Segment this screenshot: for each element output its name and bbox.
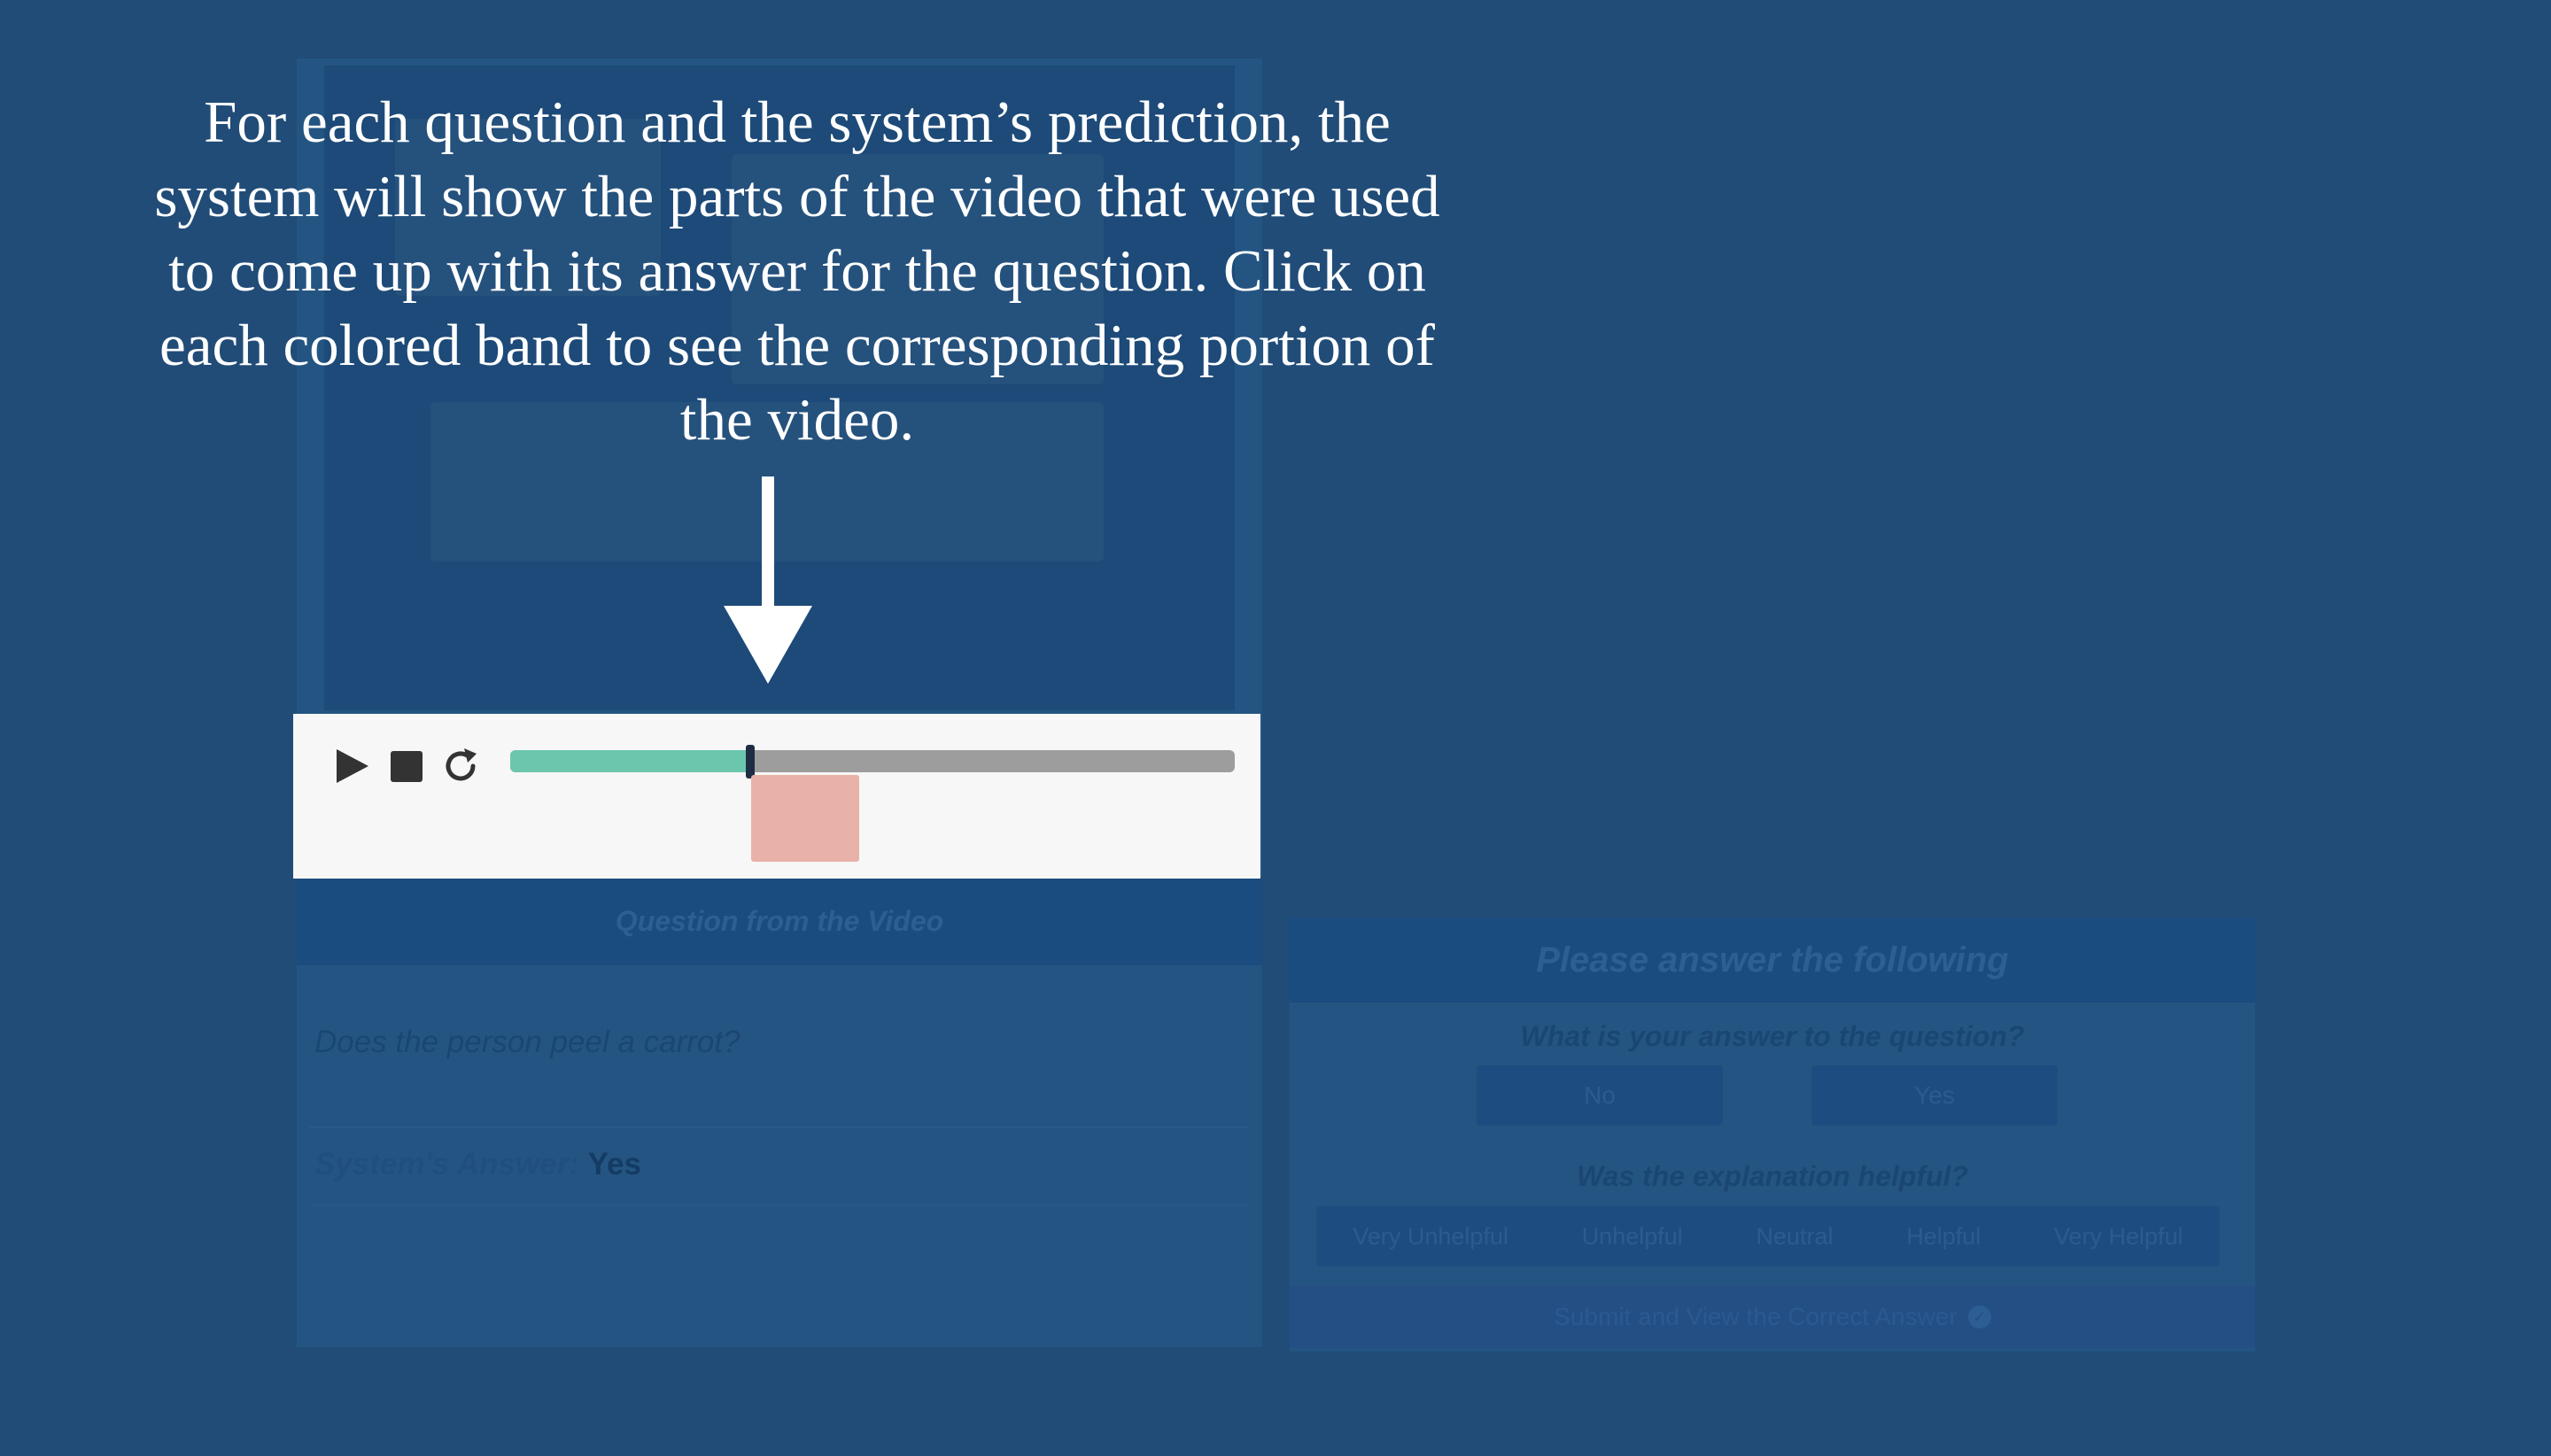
answer-no-button[interactable]: No <box>1477 1065 1723 1126</box>
answer-panel-header: Please answer the following <box>1290 918 2255 1003</box>
check-circle-icon: ✓ <box>1967 1305 1991 1328</box>
rating-neutral[interactable]: Neutral <box>1756 1223 1833 1251</box>
submit-label: Submit and View the Correct Answer <box>1554 1303 1958 1330</box>
answer-yes-button[interactable]: Yes <box>1811 1065 2058 1126</box>
explanation-band[interactable] <box>751 775 859 862</box>
rating-unhelpful[interactable]: Unhelpful <box>1582 1223 1683 1251</box>
play-icon[interactable] <box>335 747 370 785</box>
rating-helpful[interactable]: Helpful <box>1906 1223 1981 1251</box>
submit-button[interactable]: Submit and View the Correct Answer ✓ <box>1290 1286 2255 1348</box>
stop-icon[interactable] <box>391 751 423 782</box>
progress-fill <box>510 750 749 772</box>
rating-very-unhelpful[interactable]: Very Unhelpful <box>1353 1223 1508 1251</box>
question-header: Question from the Video <box>297 877 1262 965</box>
rating-very-helpful[interactable]: Very Helpful <box>2054 1223 2183 1251</box>
system-answer-value: Yes <box>587 1147 641 1181</box>
system-answer: System's Answer: Yes <box>314 1147 641 1182</box>
down-arrow-icon <box>724 476 812 684</box>
divider <box>310 1204 1249 1206</box>
instruction-text: For each question and the system’s predi… <box>154 89 1440 453</box>
divider <box>310 1127 1249 1128</box>
question-text: Does the person peel a carrot? <box>314 1025 740 1059</box>
replay-icon[interactable] <box>441 747 480 786</box>
helpful-question-prompt: Was the explanation helpful? <box>1576 1160 1969 1192</box>
answer-question-prompt: What is your answer to the question? <box>1520 1020 2025 1052</box>
playhead-marker[interactable] <box>746 745 755 778</box>
helpfulness-rating-group: Very Unhelpful Unhelpful Neutral Helpful… <box>1316 1206 2220 1266</box>
system-answer-label: System's Answer: <box>314 1147 579 1181</box>
